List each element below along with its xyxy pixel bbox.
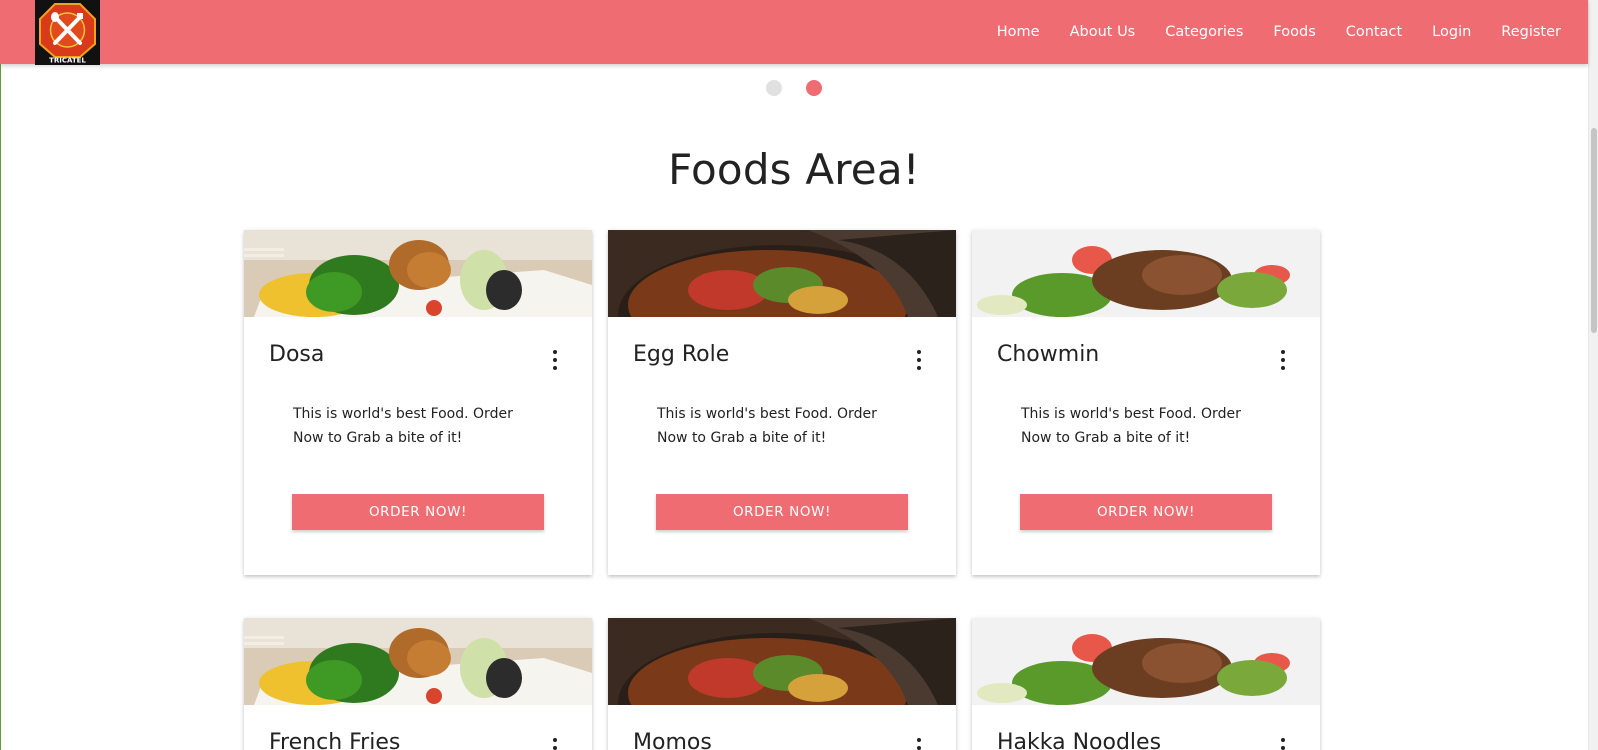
food-card: Momos (608, 618, 956, 750)
card-header: Egg Role (608, 317, 956, 397)
nav-home[interactable]: Home (982, 24, 1055, 40)
nav-contact[interactable]: Contact (1331, 24, 1417, 40)
brand-logo[interactable]: TRICATEL (35, 0, 100, 65)
food-image (608, 618, 956, 705)
nav-about-us[interactable]: About Us (1055, 24, 1151, 40)
scrollbar-thumb[interactable] (1591, 128, 1597, 333)
food-description: This is world's best Food. Order Now to … (293, 406, 513, 446)
more-vert-icon[interactable] (1276, 738, 1290, 750)
order-now-button[interactable]: Order Now! (656, 494, 908, 530)
page-scrollbar[interactable] (1588, 0, 1598, 750)
carousel-indicators (766, 80, 822, 96)
food-image (972, 618, 1320, 705)
card-header: Hakka Noodles (972, 705, 1320, 750)
food-description: This is world's best Food. Order Now to … (1021, 406, 1241, 446)
food-name: Chowmin (997, 342, 1100, 367)
more-vert-icon[interactable] (548, 738, 562, 750)
food-card: Egg Role This is world's best Food. Orde… (608, 230, 956, 575)
left-border (0, 0, 1, 750)
page: TRICATEL Home About Us Categories Foods … (0, 0, 1598, 750)
more-vert-icon[interactable] (1276, 350, 1290, 370)
food-name: Dosa (269, 342, 325, 367)
card-header: Chowmin (972, 317, 1320, 397)
nav-register[interactable]: Register (1486, 24, 1576, 40)
carousel-dot-2-active[interactable] (806, 80, 822, 96)
nav-login[interactable]: Login (1417, 24, 1486, 40)
card-header: Momos (608, 705, 956, 750)
logo-text: TRICATEL (49, 57, 86, 65)
more-vert-icon[interactable] (548, 350, 562, 370)
fork-knife-crest-icon: TRICATEL (35, 0, 100, 65)
card-header: French Fries (244, 705, 592, 750)
order-now-button[interactable]: Order Now! (1020, 494, 1272, 530)
order-now-button[interactable]: Order Now! (292, 494, 544, 530)
food-image (244, 230, 592, 317)
nav-foods[interactable]: Foods (1258, 24, 1330, 40)
food-name: Hakka Noodles (997, 730, 1162, 750)
more-vert-icon[interactable] (912, 350, 926, 370)
nav-categories[interactable]: Categories (1150, 24, 1258, 40)
food-card: Hakka Noodles (972, 618, 1320, 750)
section-heading: Foods Area! (668, 145, 920, 194)
carousel-dot-1[interactable] (766, 80, 782, 96)
more-vert-icon[interactable] (912, 738, 926, 750)
navbar: TRICATEL Home About Us Categories Foods … (0, 0, 1588, 65)
food-description: This is world's best Food. Order Now to … (657, 406, 877, 446)
food-image (244, 618, 592, 705)
food-name: Momos (633, 730, 712, 750)
nav-menu: Home About Us Categories Foods Contact L… (982, 0, 1576, 64)
food-image (972, 230, 1320, 317)
food-name: Egg Role (633, 342, 730, 367)
food-image (608, 230, 956, 317)
food-card: French Fries (244, 618, 592, 750)
food-card: Chowmin This is world's best Food. Order… (972, 230, 1320, 575)
food-card: Dosa This is world's best Food. Order No… (244, 230, 592, 575)
card-header: Dosa (244, 317, 592, 397)
food-name: French Fries (269, 730, 401, 750)
